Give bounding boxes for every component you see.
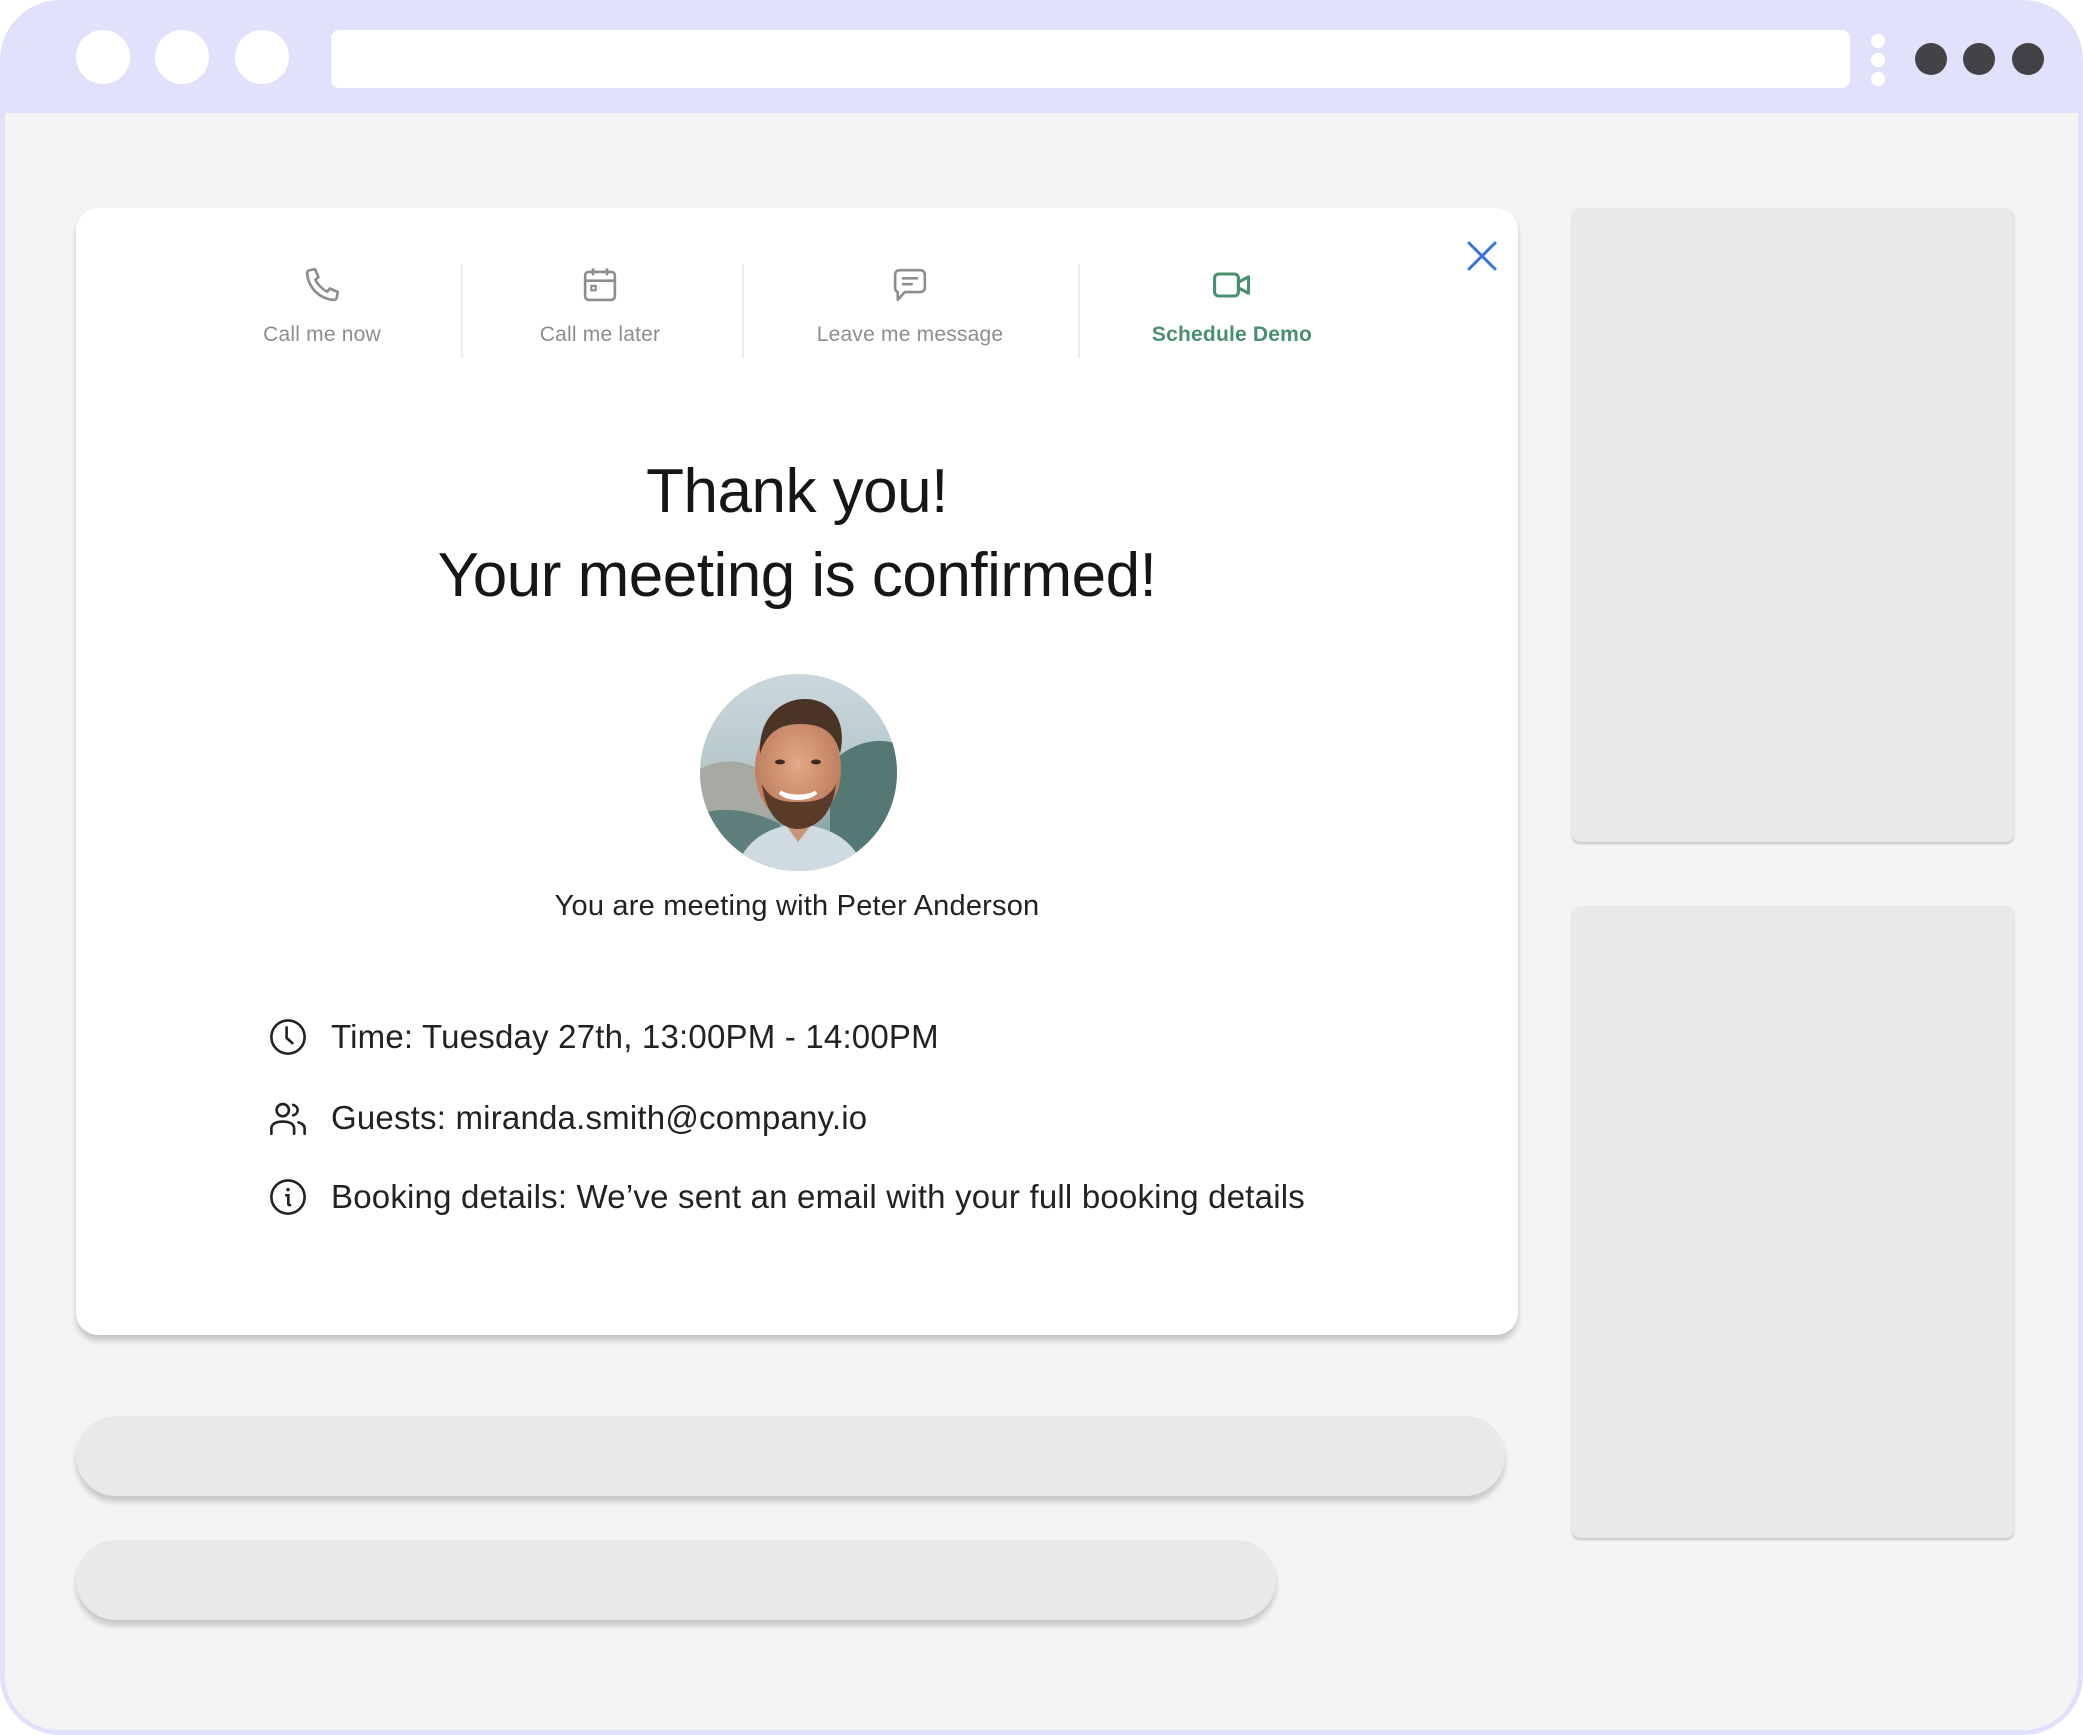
sidebar-placeholder-card [1572, 906, 2014, 1538]
tab-schedule-demo[interactable]: Schedule Demo [1092, 263, 1372, 363]
confirmation-subtitle: Your meeting is confirmed! [437, 541, 1157, 610]
host-avatar [700, 674, 897, 871]
tab-label: Call me later [539, 323, 661, 346]
detail-guests-text: Guests: miranda.smith@company.io [331, 1099, 868, 1136]
confirmation-title: Thank you! [646, 457, 948, 526]
browser-toolbar [0, 0, 2083, 113]
tab-label: Call me now [263, 323, 381, 346]
tab-divider [1078, 264, 1080, 358]
more-horizontal-icon-dot[interactable] [1963, 43, 1995, 75]
tab-call-me-later[interactable]: Call me later [460, 263, 740, 363]
more-horizontal-icon-dot[interactable] [1915, 43, 1947, 75]
browser-window: Call me now Call me later Leave me messa… [0, 0, 2083, 1735]
calendar-icon [583, 268, 617, 302]
more-horizontal-icon-dot[interactable] [2012, 43, 2044, 75]
tab-call-me-now[interactable]: Call me now [182, 263, 462, 363]
close-icon [1467, 241, 1497, 271]
sidebar-placeholder-card [1572, 208, 2014, 842]
window-control-dot[interactable] [235, 30, 289, 84]
clock-icon [270, 1019, 306, 1055]
detail-booking: Booking details: We’ve sent an email wit… [267, 1173, 1305, 1221]
detail-booking-text: Booking details: We’ve sent an email wit… [331, 1178, 1305, 1215]
meeting-with-text: You are meeting with Peter Anderson [554, 890, 1040, 922]
person-photo [700, 674, 897, 871]
detail-guests: Guests: miranda.smith@company.io [267, 1094, 867, 1142]
phone-icon [305, 267, 340, 302]
detail-time: Time: Tuesday 27th, 13:00PM - 14:00PM [267, 1013, 939, 1061]
tab-leave-me-message[interactable]: Leave me message [770, 263, 1050, 363]
booking-confirmation-modal: Call me now Call me later Leave me messa… [76, 208, 1518, 1335]
tab-label: Leave me message [816, 323, 1004, 346]
detail-time-text: Time: Tuesday 27th, 13:00PM - 14:00PM [331, 1018, 939, 1055]
window-control-dot[interactable] [76, 30, 130, 84]
close-button[interactable] [1462, 236, 1502, 276]
guests-icon [270, 1102, 306, 1136]
message-icon [893, 268, 927, 302]
content-placeholder-bar [76, 1540, 1276, 1620]
tab-divider [742, 264, 744, 358]
info-icon [270, 1179, 306, 1215]
window-control-dot[interactable] [155, 30, 209, 84]
video-camera-icon [1213, 272, 1251, 298]
address-bar[interactable] [331, 30, 1850, 88]
more-vertical-icon[interactable] [1871, 34, 1885, 86]
content-placeholder-bar [76, 1416, 1505, 1496]
tab-label: Schedule Demo [1151, 323, 1313, 346]
